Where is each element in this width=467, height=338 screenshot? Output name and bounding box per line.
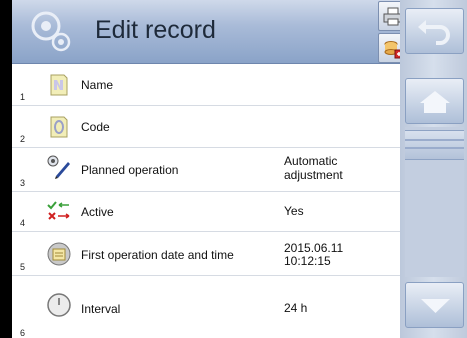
- screen: Edit record Name 1 Code 2 Planned operat…: [0, 0, 467, 338]
- planned-operation-value-line2: adjustment: [284, 168, 343, 182]
- gear-settings-icon: [31, 11, 71, 52]
- code-label: Code: [81, 120, 110, 134]
- home-icon: [420, 91, 450, 113]
- interval-label: Interval: [81, 302, 121, 316]
- name-label: Name: [81, 78, 114, 92]
- active-label: Active: [81, 205, 114, 219]
- list-item-first-operation-date[interactable]: First operation date and time 2015.06.11…: [12, 232, 400, 276]
- header-bar: Edit record: [12, 0, 406, 64]
- date-time-icon: [47, 242, 71, 266]
- row-number: 3: [20, 178, 26, 188]
- clock-icon: [47, 293, 71, 317]
- first-operation-date-value-line2: 10:12:15: [284, 254, 331, 268]
- row-number: 5: [20, 262, 26, 272]
- list-item-planned-operation[interactable]: Planned operation Automatic adjustment 3: [12, 148, 400, 192]
- active-toggle-icon: [47, 201, 70, 220]
- grip-line: [405, 147, 464, 149]
- scrollbar-thumb[interactable]: [405, 130, 464, 160]
- planned-operation-value-line1: Automatic: [284, 154, 338, 168]
- side-panel: [400, 0, 467, 338]
- list-item-name[interactable]: Name 1: [12, 64, 400, 106]
- record-list: Name 1 Code 2 Planned operation Automati…: [12, 64, 400, 338]
- home-button[interactable]: [405, 78, 464, 124]
- row-number: 6: [20, 328, 26, 338]
- active-value: Yes: [284, 204, 304, 218]
- scroll-down-button[interactable]: [405, 282, 464, 328]
- page-title: Edit record: [95, 16, 216, 44]
- list-item-active[interactable]: Active Yes 4: [12, 192, 400, 232]
- list-item-interval[interactable]: Interval 24 h 6: [12, 276, 400, 338]
- planned-operation-label: Planned operation: [81, 163, 179, 177]
- interval-value: 24 h: [284, 301, 308, 315]
- planned-operation-icon: [47, 155, 70, 179]
- row-number: 4: [20, 218, 26, 228]
- scroll-down-icon: [421, 299, 450, 313]
- grip-line: [405, 139, 464, 141]
- first-operation-date-label: First operation date and time: [81, 248, 234, 262]
- back-arrow-icon: [418, 20, 450, 45]
- list-item-code[interactable]: Code 2: [12, 106, 400, 148]
- code-icon: [50, 116, 68, 138]
- back-button[interactable]: [405, 8, 464, 54]
- row-number: 1: [20, 92, 26, 102]
- name-icon: [50, 74, 68, 96]
- row-number: 2: [20, 134, 26, 144]
